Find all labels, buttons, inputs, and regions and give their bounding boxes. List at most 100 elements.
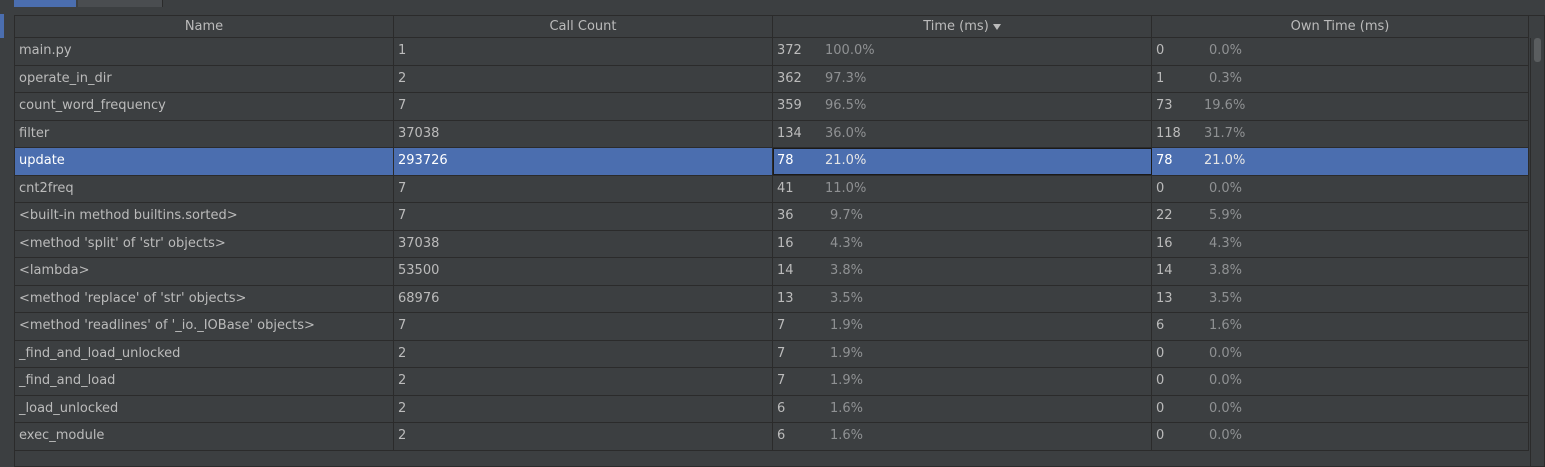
call-count-value: 2 <box>398 428 407 443</box>
call-count-value: 7 <box>398 208 407 223</box>
time-value: 78 <box>777 153 794 168</box>
time-percent: 11.0% <box>825 180 867 196</box>
own-time-value: 0 <box>1156 373 1165 388</box>
left-accent-bar <box>0 14 4 38</box>
scrollbar-thumb[interactable] <box>1534 38 1541 62</box>
table-row[interactable]: main.py 1 372 100.0% 0 0.0% <box>15 38 1529 66</box>
function-name: main.py <box>19 43 72 58</box>
cell-own-time: 13 3.5% <box>1152 285 1529 312</box>
column-header-name[interactable]: Name <box>15 16 394 37</box>
function-name: count_word_frequency <box>19 98 166 113</box>
own-time-percent: 4.3% <box>1208 235 1242 251</box>
own-time-percent: 0.3% <box>1208 70 1242 86</box>
own-time-percent: 3.5% <box>1208 290 1242 306</box>
table-row[interactable]: filter 37038 134 36.0% 118 31.7% <box>15 120 1529 148</box>
sort-desc-arrow-icon <box>992 23 1001 30</box>
function-name: exec_module <box>19 428 105 443</box>
table-row[interactable]: operate_in_dir 2 362 97.3% 1 0.3% <box>15 65 1529 93</box>
cell-own-time: 22 5.9% <box>1152 203 1529 230</box>
table-row[interactable]: <lambda> 53500 14 3.8% 14 3.8% <box>15 258 1529 286</box>
time-value: 7 <box>777 345 786 361</box>
tab-inactive[interactable] <box>78 0 163 7</box>
cell-name: <built-in method builtins.sorted> <box>15 203 394 230</box>
vertical-scrollbar[interactable] <box>1530 38 1544 466</box>
time-percent: 21.0% <box>825 153 867 168</box>
own-time-percent: 0.0% <box>1208 400 1242 416</box>
own-time-value: 1 <box>1156 70 1165 86</box>
own-time-value: 78 <box>1156 153 1173 168</box>
own-time-percent: 0.0% <box>1208 373 1242 388</box>
cell-own-time: 118 31.7% <box>1152 120 1529 147</box>
cell-call-count: 7 <box>394 313 773 340</box>
cell-own-time: 73 19.6% <box>1152 93 1529 120</box>
call-count-value: 2 <box>398 400 407 416</box>
cell-name: _load_unlocked <box>15 395 394 422</box>
cell-time: 41 11.0% <box>773 175 1152 202</box>
table-row[interactable]: <method 'split' of 'str' objects> 37038 16… <box>15 230 1529 258</box>
own-time-percent: 0.0% <box>1208 43 1242 58</box>
cell-call-count: 37038 <box>394 120 773 147</box>
cell-name: _find_and_load_unlocked <box>15 340 394 367</box>
column-header-call-count[interactable]: Call Count <box>394 16 773 37</box>
cell-call-count: 7 <box>394 175 773 202</box>
cell-own-time: 0 0.0% <box>1152 175 1529 202</box>
cell-own-time: 16 4.3% <box>1152 230 1529 257</box>
own-time-value: 0 <box>1156 180 1165 196</box>
table-row[interactable]: cnt2freq 7 41 11.0% 0 0.0% <box>15 175 1529 203</box>
call-count-value: 7 <box>398 180 407 196</box>
table-row[interactable]: count_word_frequency 7 359 96.5% 73 19.6% <box>15 93 1529 121</box>
cell-time: 6 1.6% <box>773 395 1152 422</box>
call-count-value: 37038 <box>398 125 440 141</box>
cell-call-count: 2 <box>394 423 773 450</box>
cell-call-count: 2 <box>394 395 773 422</box>
cell-time: 7 1.9% <box>773 340 1152 367</box>
time-value: 7 <box>777 318 786 333</box>
table-row[interactable]: update 293726 78 21.0% 78 21.0% <box>15 148 1529 176</box>
time-percent: 1.9% <box>829 345 863 361</box>
column-header-time[interactable]: Time (ms) <box>773 16 1152 37</box>
table-row[interactable]: <method 'readlines' of '_io._IOBase' obj… <box>15 313 1529 341</box>
cell-name: <method 'replace' of 'str' objects> <box>15 285 394 312</box>
own-time-percent: 0.0% <box>1208 428 1242 443</box>
time-value: 7 <box>777 373 786 388</box>
function-name: _find_and_load_unlocked <box>19 345 181 361</box>
cell-name: _find_and_load <box>15 368 394 395</box>
table-row[interactable]: _find_and_load_unlocked 2 7 1.9% 0 0.0% <box>15 340 1529 368</box>
table-row[interactable]: _load_unlocked 2 6 1.6% 0 0.0% <box>15 395 1529 423</box>
cell-name: <method 'readlines' of '_io._IOBase' obj… <box>15 313 394 340</box>
function-name: _find_and_load <box>19 373 116 388</box>
cell-own-time: 78 21.0% <box>1152 148 1529 175</box>
own-time-value: 6 <box>1156 318 1165 333</box>
table-row[interactable]: <built-in method builtins.sorted> 7 36 9.7%… <box>15 203 1529 231</box>
cell-own-time: 0 0.0% <box>1152 423 1529 450</box>
function-name: operate_in_dir <box>19 70 112 86</box>
cell-time: 14 3.8% <box>773 258 1152 285</box>
cell-time: 372 100.0% <box>773 38 1152 65</box>
cell-time: 359 96.5% <box>773 93 1152 120</box>
column-header-own-time[interactable]: Own Time (ms) <box>1152 16 1529 37</box>
own-time-percent: 3.8% <box>1208 263 1242 278</box>
own-time-value: 0 <box>1156 428 1165 443</box>
own-time-value: 0 <box>1156 345 1165 361</box>
cell-call-count: 293726 <box>394 148 773 175</box>
time-percent: 97.3% <box>825 70 867 86</box>
time-value: 16 <box>777 235 794 251</box>
call-count-value: 2 <box>398 345 407 361</box>
function-name: <lambda> <box>19 263 90 278</box>
table-row[interactable]: exec_module 2 6 1.6% 0 0.0% <box>15 423 1529 451</box>
cell-time: 7 1.9% <box>773 313 1152 340</box>
cell-call-count: 2 <box>394 65 773 92</box>
time-percent: 96.5% <box>825 98 867 113</box>
table-header: Name Call Count Time (ms) Own Time (ms) <box>15 16 1529 38</box>
tab-strip <box>0 0 1545 10</box>
cell-call-count: 53500 <box>394 258 773 285</box>
cell-own-time: 0 0.0% <box>1152 395 1529 422</box>
tab-active[interactable] <box>14 0 76 7</box>
call-count-value: 68976 <box>398 290 440 306</box>
column-header-name-label: Name <box>184 19 224 34</box>
own-time-percent: 21.0% <box>1204 153 1246 168</box>
table-row[interactable]: _find_and_load 2 7 1.9% 0 0.0% <box>15 368 1529 396</box>
table-row[interactable]: <method 'replace' of 'str' objects> 68976… <box>15 285 1529 313</box>
time-percent: 1.9% <box>829 318 863 333</box>
cell-call-count: 37038 <box>394 230 773 257</box>
